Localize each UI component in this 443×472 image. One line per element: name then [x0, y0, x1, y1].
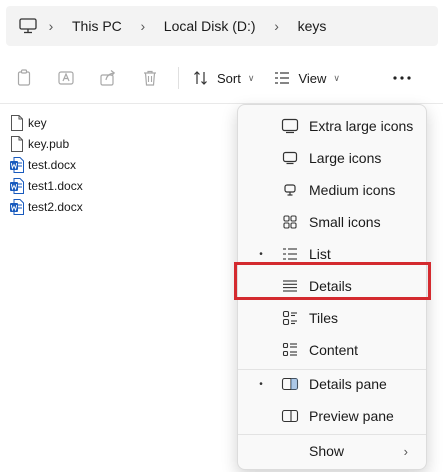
sort-icon: [194, 71, 207, 85]
file-name: test.docx: [28, 157, 77, 172]
file-name: test1.docx: [28, 178, 83, 193]
file-name: key: [28, 115, 47, 130]
word-document-icon: [10, 198, 24, 215]
file-item-test-docx[interactable]: test.docx: [10, 154, 83, 175]
menu-item-extra-large-icons[interactable]: Extra large icons: [238, 110, 426, 142]
small-grid-icon: [281, 213, 299, 231]
menu-item-label: List: [309, 246, 331, 262]
menu-item-show[interactable]: Show ›: [238, 435, 426, 467]
content-icon: [281, 341, 299, 359]
chevron-down-icon: ∨: [333, 72, 340, 83]
file-item-test2-docx[interactable]: test2.docx: [10, 196, 83, 217]
file-icon: [10, 114, 24, 131]
menu-item-small-icons[interactable]: Small icons: [238, 206, 426, 238]
menu-item-label: Details pane: [309, 376, 387, 392]
breadcrumb-local-disk[interactable]: Local Disk (D:): [156, 18, 264, 34]
breadcrumb-keys[interactable]: keys: [290, 18, 335, 34]
copy-icon: [17, 69, 31, 86]
selected-bullet-icon: •: [259, 378, 263, 390]
sort-label: Sort: [217, 70, 241, 86]
menu-item-label: Extra large icons: [309, 118, 414, 134]
sort-button[interactable]: Sort ∨: [187, 62, 260, 94]
menu-item-label: Large icons: [309, 150, 382, 166]
menu-item-medium-icons[interactable]: Medium icons: [238, 174, 426, 206]
file-item-key[interactable]: key: [10, 112, 83, 133]
menu-item-label: Show: [309, 443, 345, 459]
chevron-right-icon[interactable]: ›: [130, 18, 156, 34]
monitor-icon: [281, 149, 299, 167]
menu-item-content[interactable]: Content: [238, 334, 426, 366]
menu-item-label: Content: [309, 342, 359, 358]
chevron-right-icon: ›: [403, 443, 408, 459]
this-pc-icon[interactable]: [18, 16, 38, 36]
chevron-down-icon: ∨: [247, 72, 255, 83]
monitor-small-icon: [281, 181, 299, 199]
command-bar: Sort ∨ View ∨: [0, 58, 443, 98]
menu-item-details-pane[interactable]: • Details pane: [238, 368, 426, 400]
file-name: key.pub: [28, 136, 70, 151]
share-button[interactable]: [92, 62, 124, 94]
chevron-right-icon[interactable]: ›: [264, 18, 290, 34]
toolbar-separator: [178, 67, 179, 89]
word-document-icon: [10, 177, 24, 194]
menu-item-tiles[interactable]: Tiles: [238, 302, 426, 334]
address-bar[interactable]: › This PC › Local Disk (D:) › keys: [6, 6, 438, 46]
preview-pane-icon: [281, 407, 299, 425]
word-document-icon: [10, 156, 24, 173]
menu-item-large-icons[interactable]: Large icons: [238, 142, 426, 174]
delete-button[interactable]: [134, 62, 166, 94]
monitor-icon: [281, 117, 299, 135]
menu-item-label: Small icons: [309, 214, 381, 230]
menu-item-label: Tiles: [309, 310, 339, 326]
copy-button[interactable]: [8, 62, 40, 94]
menu-item-label: Medium icons: [309, 182, 396, 198]
rename-button[interactable]: [50, 62, 82, 94]
chevron-right-icon[interactable]: ›: [38, 18, 64, 34]
highlight-box: [234, 262, 431, 300]
list-icon: [281, 245, 299, 263]
file-list: key key.pub test.docx test1.docx test2.d…: [10, 112, 83, 217]
rename-icon: [58, 71, 74, 85]
file-explorer-window: › This PC › Local Disk (D:) › keys Sort …: [0, 0, 443, 472]
menu-item-preview-pane[interactable]: Preview pane: [238, 400, 426, 432]
tiles-icon: [281, 309, 299, 327]
file-name: test2.docx: [28, 199, 83, 214]
view-button[interactable]: View ∨: [268, 62, 346, 94]
view-icon: [275, 72, 290, 84]
file-icon: [10, 135, 24, 152]
file-item-key-pub[interactable]: key.pub: [10, 133, 83, 154]
view-label: View: [298, 70, 327, 86]
more-options-button[interactable]: [386, 62, 418, 94]
menu-item-label: Preview pane: [309, 408, 394, 424]
more-icon: [393, 76, 411, 80]
file-item-test1-docx[interactable]: test1.docx: [10, 175, 83, 196]
details-pane-icon: [281, 375, 299, 393]
breadcrumb-this-pc[interactable]: This PC: [64, 18, 130, 34]
delete-icon: [144, 70, 156, 86]
selected-bullet-icon: •: [259, 248, 263, 260]
share-icon: [100, 70, 116, 86]
